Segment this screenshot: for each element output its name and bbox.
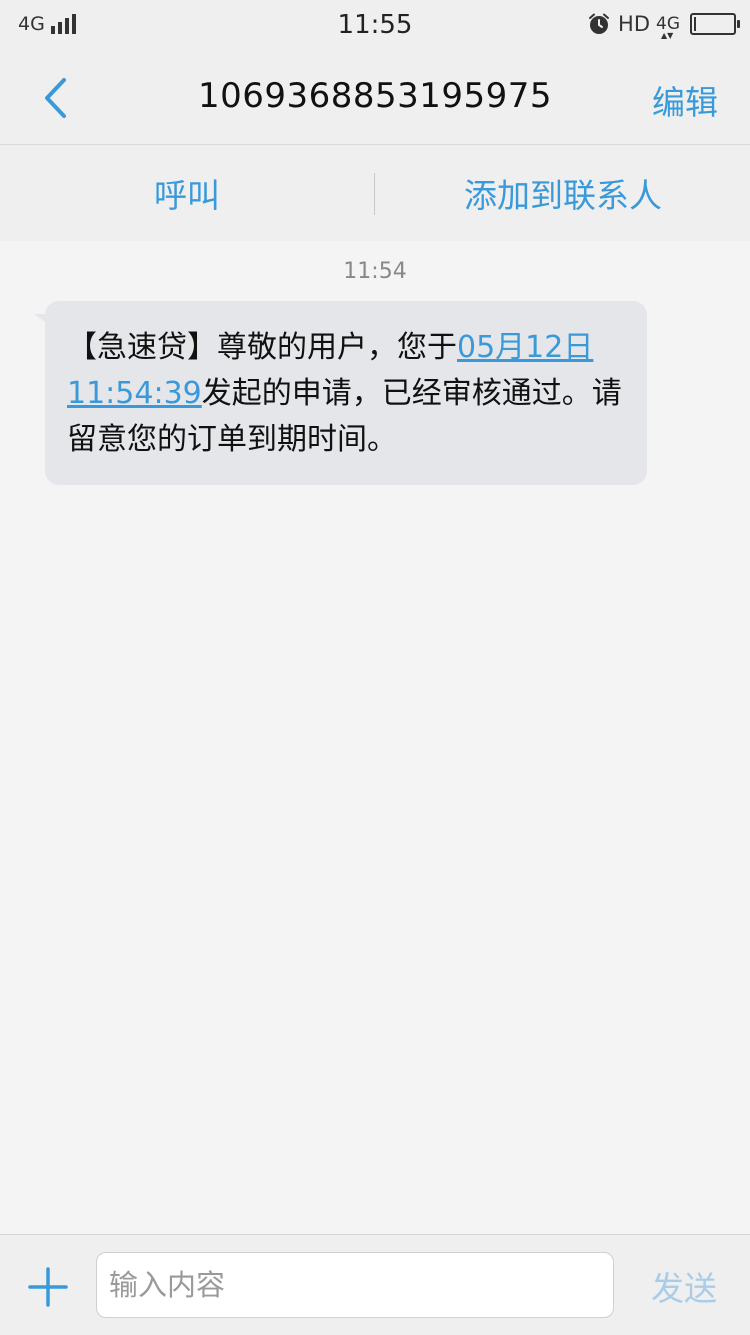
send-button[interactable]: 发送 (651, 1262, 717, 1310)
message-input[interactable] (96, 1252, 614, 1318)
battery-icon (690, 13, 740, 35)
contact-actions: 呼叫 添加到联系人 (0, 145, 750, 241)
edit-button[interactable]: 编辑 (652, 76, 718, 124)
message-list[interactable]: 11:54 【急速贷】尊敬的用户，您于05月12日 11:54:39发起的申请，… (0, 241, 750, 1234)
network-type-secondary: 4G ▲▼ (656, 15, 680, 40)
message-text-before-link: 【急速贷】尊敬的用户，您于 (67, 330, 457, 365)
compose-bar: 发送 (0, 1234, 750, 1335)
message-timestamp: 11:54 (343, 259, 407, 284)
plus-icon[interactable] (28, 1267, 68, 1307)
status-right: HD 4G ▲▼ (588, 12, 740, 40)
status-bar: 4G 11:55 HD 4G ▲▼ (0, 0, 750, 52)
actions-divider (374, 173, 375, 215)
conversation-header: 1069368853195975 编辑 (0, 52, 750, 145)
data-arrows-icon: ▲▼ (661, 31, 674, 40)
call-button[interactable]: 呼叫 (0, 145, 374, 241)
hd-indicator: HD (618, 12, 650, 36)
battery-level (694, 17, 696, 31)
alarm-icon (589, 13, 610, 34)
message-bubble[interactable]: 【急速贷】尊敬的用户，您于05月12日 11:54:39发起的申请，已经审核通过… (45, 301, 647, 485)
contact-number: 1069368853195975 (197, 76, 553, 116)
add-to-contacts-button[interactable]: 添加到联系人 (376, 145, 750, 241)
